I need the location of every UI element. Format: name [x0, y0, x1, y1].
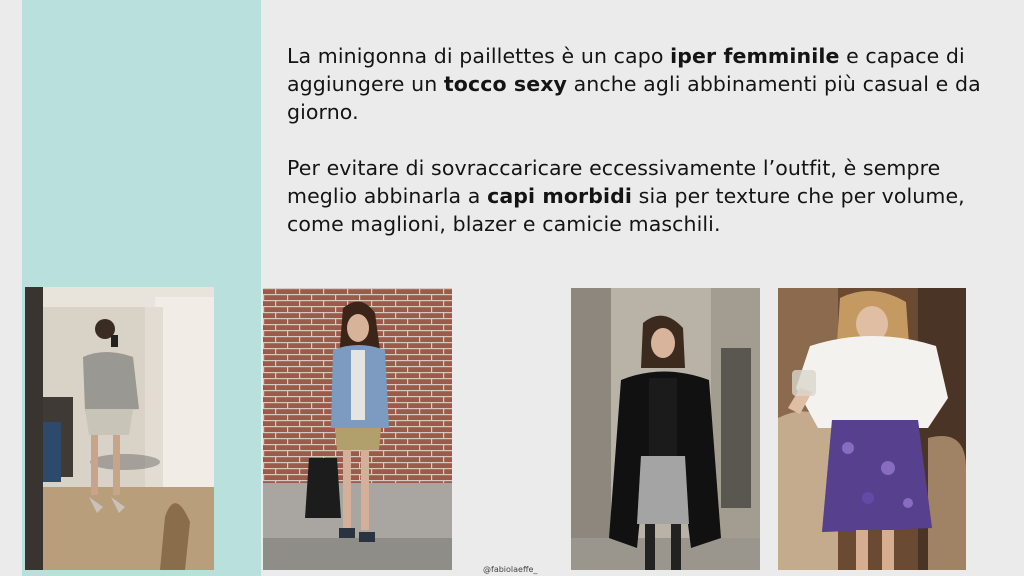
photo-brick-wall-denim — [263, 288, 452, 570]
p1-bold-a: iper femminile — [670, 44, 840, 68]
p2-bold-a: capi morbidi — [487, 184, 633, 208]
p1-bold-b: tocco sexy — [443, 72, 568, 96]
description-text: La minigonna di paillettes è un capo ipe… — [287, 42, 987, 266]
photo-credit: @fabiolaeffe_ — [483, 565, 538, 574]
photo-black-blazer — [571, 288, 760, 570]
paragraph-2: Per evitare di sovraccaricare eccessivam… — [287, 154, 987, 238]
p1-text-a: La minigonna di paillettes è un capo — [287, 44, 671, 68]
photo-mirror-selfie — [25, 287, 214, 570]
photo-white-shirt-purple-skirt — [778, 288, 966, 570]
paragraph-1: La minigonna di paillettes è un capo ipe… — [287, 42, 987, 126]
